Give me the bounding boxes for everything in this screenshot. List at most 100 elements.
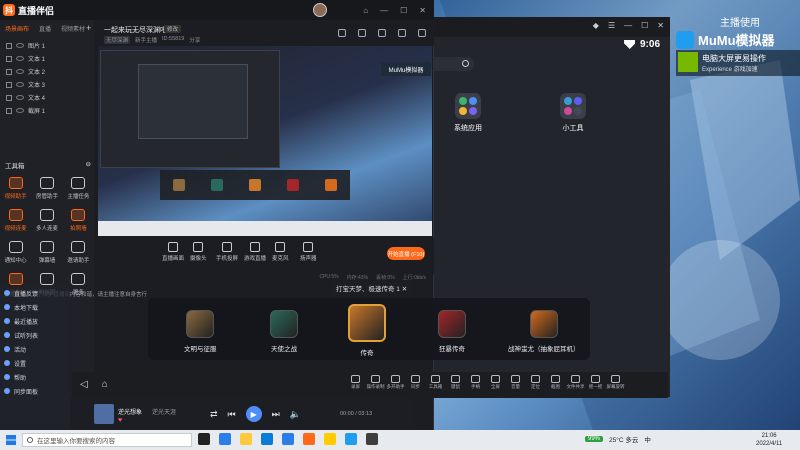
previous-icon[interactable]: ⏮ xyxy=(228,409,236,420)
tab-live[interactable]: 直播 xyxy=(39,24,51,33)
eye-icon[interactable] xyxy=(16,108,24,113)
close-button[interactable]: ✕ xyxy=(419,6,426,15)
taskbar-app-icon[interactable] xyxy=(366,433,378,445)
action-item[interactable]: 手机投屏 xyxy=(216,242,238,262)
action-item[interactable]: 游戏直播 xyxy=(244,242,266,262)
next-icon[interactable]: ⏭ xyxy=(272,409,280,420)
taskbar-app-icon[interactable] xyxy=(324,433,336,445)
music-nav-item[interactable]: 同步面板 xyxy=(0,384,70,398)
emulator-tool[interactable]: 多开助手 xyxy=(387,375,405,390)
checkbox-icon[interactable] xyxy=(6,55,12,62)
shuffle-icon[interactable]: ⇄ xyxy=(210,409,218,420)
music-nav-item[interactable]: 帮助 xyxy=(0,370,70,384)
home-icon[interactable]: ⌂ xyxy=(102,379,108,390)
heart-icon[interactable]: ♥ xyxy=(118,417,122,424)
ime-indicator[interactable]: 中 xyxy=(644,434,651,444)
game-item[interactable]: 战神蚩尤（抽象屁耳机） xyxy=(508,310,580,353)
layers-icon[interactable] xyxy=(378,29,386,37)
android-search-input[interactable] xyxy=(434,57,474,71)
emulator-tool[interactable]: 音量 xyxy=(508,375,523,390)
checkbox-icon[interactable] xyxy=(6,42,12,49)
lock-icon[interactable] xyxy=(358,29,366,37)
eye-icon[interactable] xyxy=(16,95,24,100)
emulator-tool[interactable]: 截图 xyxy=(548,375,563,390)
toolbox-item[interactable]: 多人连麦 xyxy=(31,209,62,232)
edit-title-button[interactable]: 修改 xyxy=(164,25,182,33)
emulator-tool[interactable]: 手柄 xyxy=(468,375,483,390)
music-nav-item[interactable]: 试听列表 xyxy=(0,328,70,342)
game-item[interactable]: 传奇 xyxy=(348,304,386,357)
toolbox-collapse-icon[interactable]: ⊖ xyxy=(86,160,91,170)
eye-icon[interactable] xyxy=(16,56,24,61)
album-art[interactable] xyxy=(94,404,114,424)
action-item[interactable]: 扬声器 xyxy=(300,242,317,262)
taskbar-app-icon[interactable] xyxy=(240,433,252,445)
bell-icon[interactable] xyxy=(398,29,406,37)
emulator-tool[interactable]: 摇一摇 xyxy=(588,375,603,390)
minimize-button[interactable]: — xyxy=(380,6,388,15)
taskbar-clock[interactable]: 21:06 2022/4/11 xyxy=(756,432,782,448)
music-nav-item[interactable]: 设置 xyxy=(0,356,70,370)
checkbox-icon[interactable] xyxy=(6,68,12,75)
mumu-skin-button[interactable]: ◆ xyxy=(593,21,599,30)
emulator-tool[interactable]: 同步 xyxy=(408,375,423,390)
toolbox-item[interactable]: 主播任务 xyxy=(63,177,94,200)
game-item[interactable]: 天使之战 xyxy=(270,310,298,353)
play-button[interactable]: ▶ xyxy=(245,406,262,422)
mumu-maximize-button[interactable]: ☐ xyxy=(641,21,648,30)
eye-icon[interactable] xyxy=(16,43,24,48)
song-artist[interactable]: 逆光天涯 xyxy=(152,407,176,416)
eye-icon[interactable] xyxy=(16,69,24,74)
folder-tools[interactable]: 小工具 xyxy=(560,93,586,133)
tab-scenes[interactable]: 场景画布 xyxy=(5,24,29,33)
emulator-tool[interactable]: 屏幕旋转 xyxy=(607,375,625,390)
emulator-tool[interactable]: 键鼠 xyxy=(448,375,463,390)
taskbar-app-icon[interactable] xyxy=(198,433,210,445)
mumu-close-button[interactable]: ✕ xyxy=(657,21,664,30)
live-preview[interactable]: MuMu模拟器 xyxy=(98,46,432,236)
checkbox-icon[interactable] xyxy=(6,94,12,101)
print-icon[interactable] xyxy=(338,29,346,37)
action-item[interactable]: 直播画面 xyxy=(162,242,184,262)
start-live-button[interactable]: 开始直播 (F10) xyxy=(387,247,425,260)
maximize-button[interactable]: ☐ xyxy=(400,6,407,15)
mumu-menu-button[interactable]: ☰ xyxy=(608,21,615,30)
toolbox-item[interactable]: 房管助手 xyxy=(31,177,62,200)
weather-widget[interactable]: 25°C 多云 xyxy=(609,434,638,444)
scene-item[interactable]: 图片 1 xyxy=(6,39,94,52)
share-icon[interactable] xyxy=(418,29,426,37)
taskbar-app-icon[interactable] xyxy=(219,433,231,445)
emulator-tool[interactable]: 录屏 xyxy=(348,375,363,390)
toolbox-item[interactable]: 视频连麦 xyxy=(0,209,31,232)
eye-icon[interactable] xyxy=(16,82,24,87)
mumu-minimize-button[interactable]: — xyxy=(624,21,632,30)
toolbox-item[interactable]: 通知中心 xyxy=(0,241,31,264)
game-item[interactable]: 狂暴传奇 xyxy=(438,310,466,353)
action-item[interactable]: 麦克风 xyxy=(272,242,289,262)
toolbox-item[interactable]: 弹幕墙 xyxy=(31,241,62,264)
taskbar-app-icon[interactable] xyxy=(303,433,315,445)
action-item[interactable]: 摄像头 xyxy=(190,242,207,262)
avatar[interactable] xyxy=(313,3,327,17)
emulator-tool[interactable]: 定位 xyxy=(528,375,543,390)
folder-system-apps[interactable]: 系统应用 xyxy=(454,93,482,133)
game-item[interactable]: 文明与征服 xyxy=(184,310,217,353)
emulator-tool[interactable]: 操作录制 xyxy=(367,375,385,390)
volume-icon[interactable]: 🔈 xyxy=(290,409,301,420)
checkbox-icon[interactable] xyxy=(6,107,12,114)
promo-banner[interactable]: 电脑大屏更易操作 Experience 游戏加速 xyxy=(676,50,800,76)
music-nav-item[interactable]: 直播反馈 xyxy=(0,286,70,300)
scene-item[interactable]: 截屏 1 xyxy=(6,104,94,117)
tab-video-assets[interactable]: 视频素材 xyxy=(61,24,85,33)
add-scene-icon[interactable]: + xyxy=(86,23,91,33)
scene-item[interactable]: 文本 4 xyxy=(6,91,94,104)
taskbar-search-input[interactable]: 在这里输入你要搜索的内容 xyxy=(22,433,192,447)
taskbar-app-icon[interactable] xyxy=(282,433,294,445)
toolbox-item[interactable]: 拍照墙 xyxy=(63,209,94,232)
back-icon[interactable]: ◁ xyxy=(80,379,88,390)
music-nav-item[interactable]: 最近播放 xyxy=(0,314,70,328)
battery-indicator[interactable]: 99% xyxy=(585,436,604,442)
emulator-tool[interactable]: 全屏 xyxy=(488,375,503,390)
checkbox-icon[interactable] xyxy=(6,81,12,88)
emulator-tool[interactable]: 文件共享 xyxy=(567,375,585,390)
